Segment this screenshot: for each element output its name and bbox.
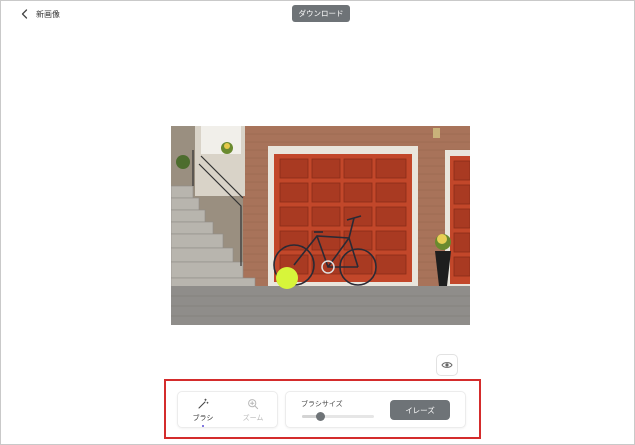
garage-photo xyxy=(171,126,470,325)
magic-wand-icon xyxy=(198,398,209,409)
tool-switcher: ブラシ ズーム xyxy=(177,391,278,428)
back-button[interactable]: 新画像 xyxy=(20,8,60,20)
eye-icon xyxy=(441,362,453,368)
brush-size-label: ブラシサイズ xyxy=(301,400,343,408)
brush-cursor xyxy=(276,267,298,289)
slider-thumb[interactable] xyxy=(315,412,325,421)
back-label: 新画像 xyxy=(36,9,60,19)
download-button[interactable]: ダウンロード xyxy=(292,5,350,22)
tool-zoom[interactable]: ズーム xyxy=(228,392,278,429)
zoom-in-icon xyxy=(248,399,259,410)
preview-toggle-button[interactable] xyxy=(436,354,458,376)
edit-image[interactable] xyxy=(171,126,470,325)
erase-button[interactable]: イレーズ xyxy=(390,400,450,420)
tool-brush-label: ブラシ xyxy=(192,414,214,422)
chevron-left-icon xyxy=(21,9,28,19)
brush-size-slider[interactable] xyxy=(302,412,374,421)
tool-zoom-label: ズーム xyxy=(242,414,264,422)
active-indicator xyxy=(202,425,204,427)
brush-settings-panel: ブラシサイズ イレーズ xyxy=(285,391,466,428)
tool-brush[interactable]: ブラシ xyxy=(178,392,228,429)
